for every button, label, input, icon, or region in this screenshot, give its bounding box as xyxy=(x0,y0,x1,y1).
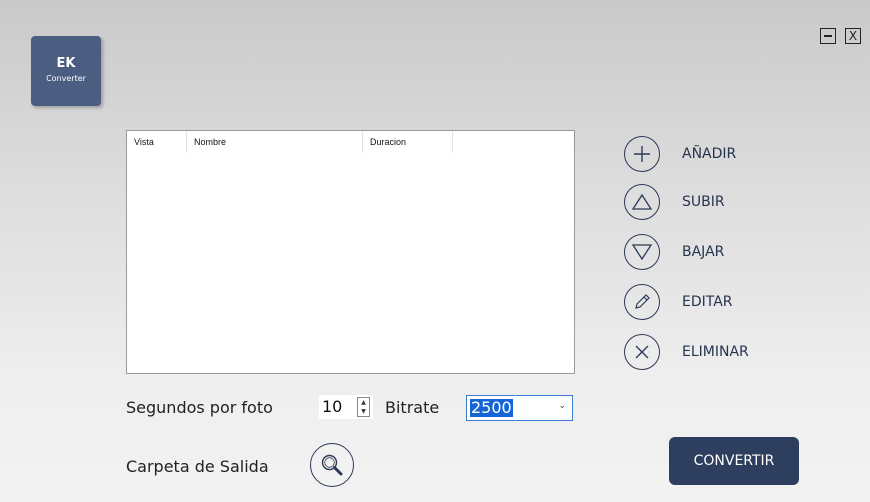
column-header-vista[interactable]: Vista xyxy=(127,131,187,153)
list-header: Vista Nombre Duracion xyxy=(127,131,574,153)
bitrate-value: 2500 xyxy=(470,398,513,417)
minimize-icon xyxy=(824,35,832,37)
logo-subtitle: Converter xyxy=(46,74,86,83)
seconds-value[interactable]: 10 xyxy=(322,397,342,416)
edit-button[interactable]: EDITAR xyxy=(624,283,733,321)
move-up-button[interactable]: SUBIR xyxy=(624,183,725,221)
plus-icon xyxy=(624,136,660,172)
column-header-duracion[interactable]: Duracion xyxy=(363,131,453,153)
convert-button[interactable]: CONVERTIR xyxy=(669,437,799,485)
edit-label: EDITAR xyxy=(682,294,733,310)
column-header-nombre[interactable]: Nombre xyxy=(187,131,363,153)
delete-label: ELIMINAR xyxy=(682,344,749,360)
convert-label: CONVERTIR xyxy=(693,453,775,469)
delete-button[interactable]: ELIMINAR xyxy=(624,333,749,371)
x-icon xyxy=(624,334,660,370)
spin-down-icon[interactable]: ▼ xyxy=(358,407,369,416)
minimize-button[interactable] xyxy=(820,28,836,44)
bitrate-label: Bitrate xyxy=(385,398,440,417)
triangle-down-icon xyxy=(624,234,660,270)
browse-folder-button[interactable] xyxy=(310,443,354,487)
seconds-per-photo-stepper[interactable]: 10 ▲ ▼ xyxy=(319,395,373,419)
add-label: AÑADIR xyxy=(682,146,737,162)
add-button[interactable]: AÑADIR xyxy=(624,135,736,173)
move-up-label: SUBIR xyxy=(682,194,725,210)
spin-buttons: ▲ ▼ xyxy=(357,397,370,417)
chevron-down-icon[interactable]: ⌄ xyxy=(558,401,566,411)
close-button[interactable]: X xyxy=(845,28,861,44)
move-down-label: BAJAR xyxy=(682,244,725,260)
close-icon: X xyxy=(848,29,858,43)
photo-list[interactable]: Vista Nombre Duracion xyxy=(126,130,575,374)
move-down-button[interactable]: BAJAR xyxy=(624,233,724,271)
spin-up-icon[interactable]: ▲ xyxy=(358,398,369,407)
app-logo: EK Converter xyxy=(31,36,101,106)
search-icon xyxy=(321,454,343,476)
triangle-up-icon xyxy=(624,184,660,220)
seconds-per-photo-label: Segundos por foto xyxy=(126,398,273,417)
bitrate-select[interactable]: 2500 ⌄ xyxy=(466,395,573,421)
logo-title: EK xyxy=(56,56,76,71)
pencil-icon xyxy=(624,284,660,320)
app-window: EK Converter X Vista Nombre Duracion AÑA… xyxy=(0,0,870,502)
output-folder-label: Carpeta de Salida xyxy=(126,457,269,476)
